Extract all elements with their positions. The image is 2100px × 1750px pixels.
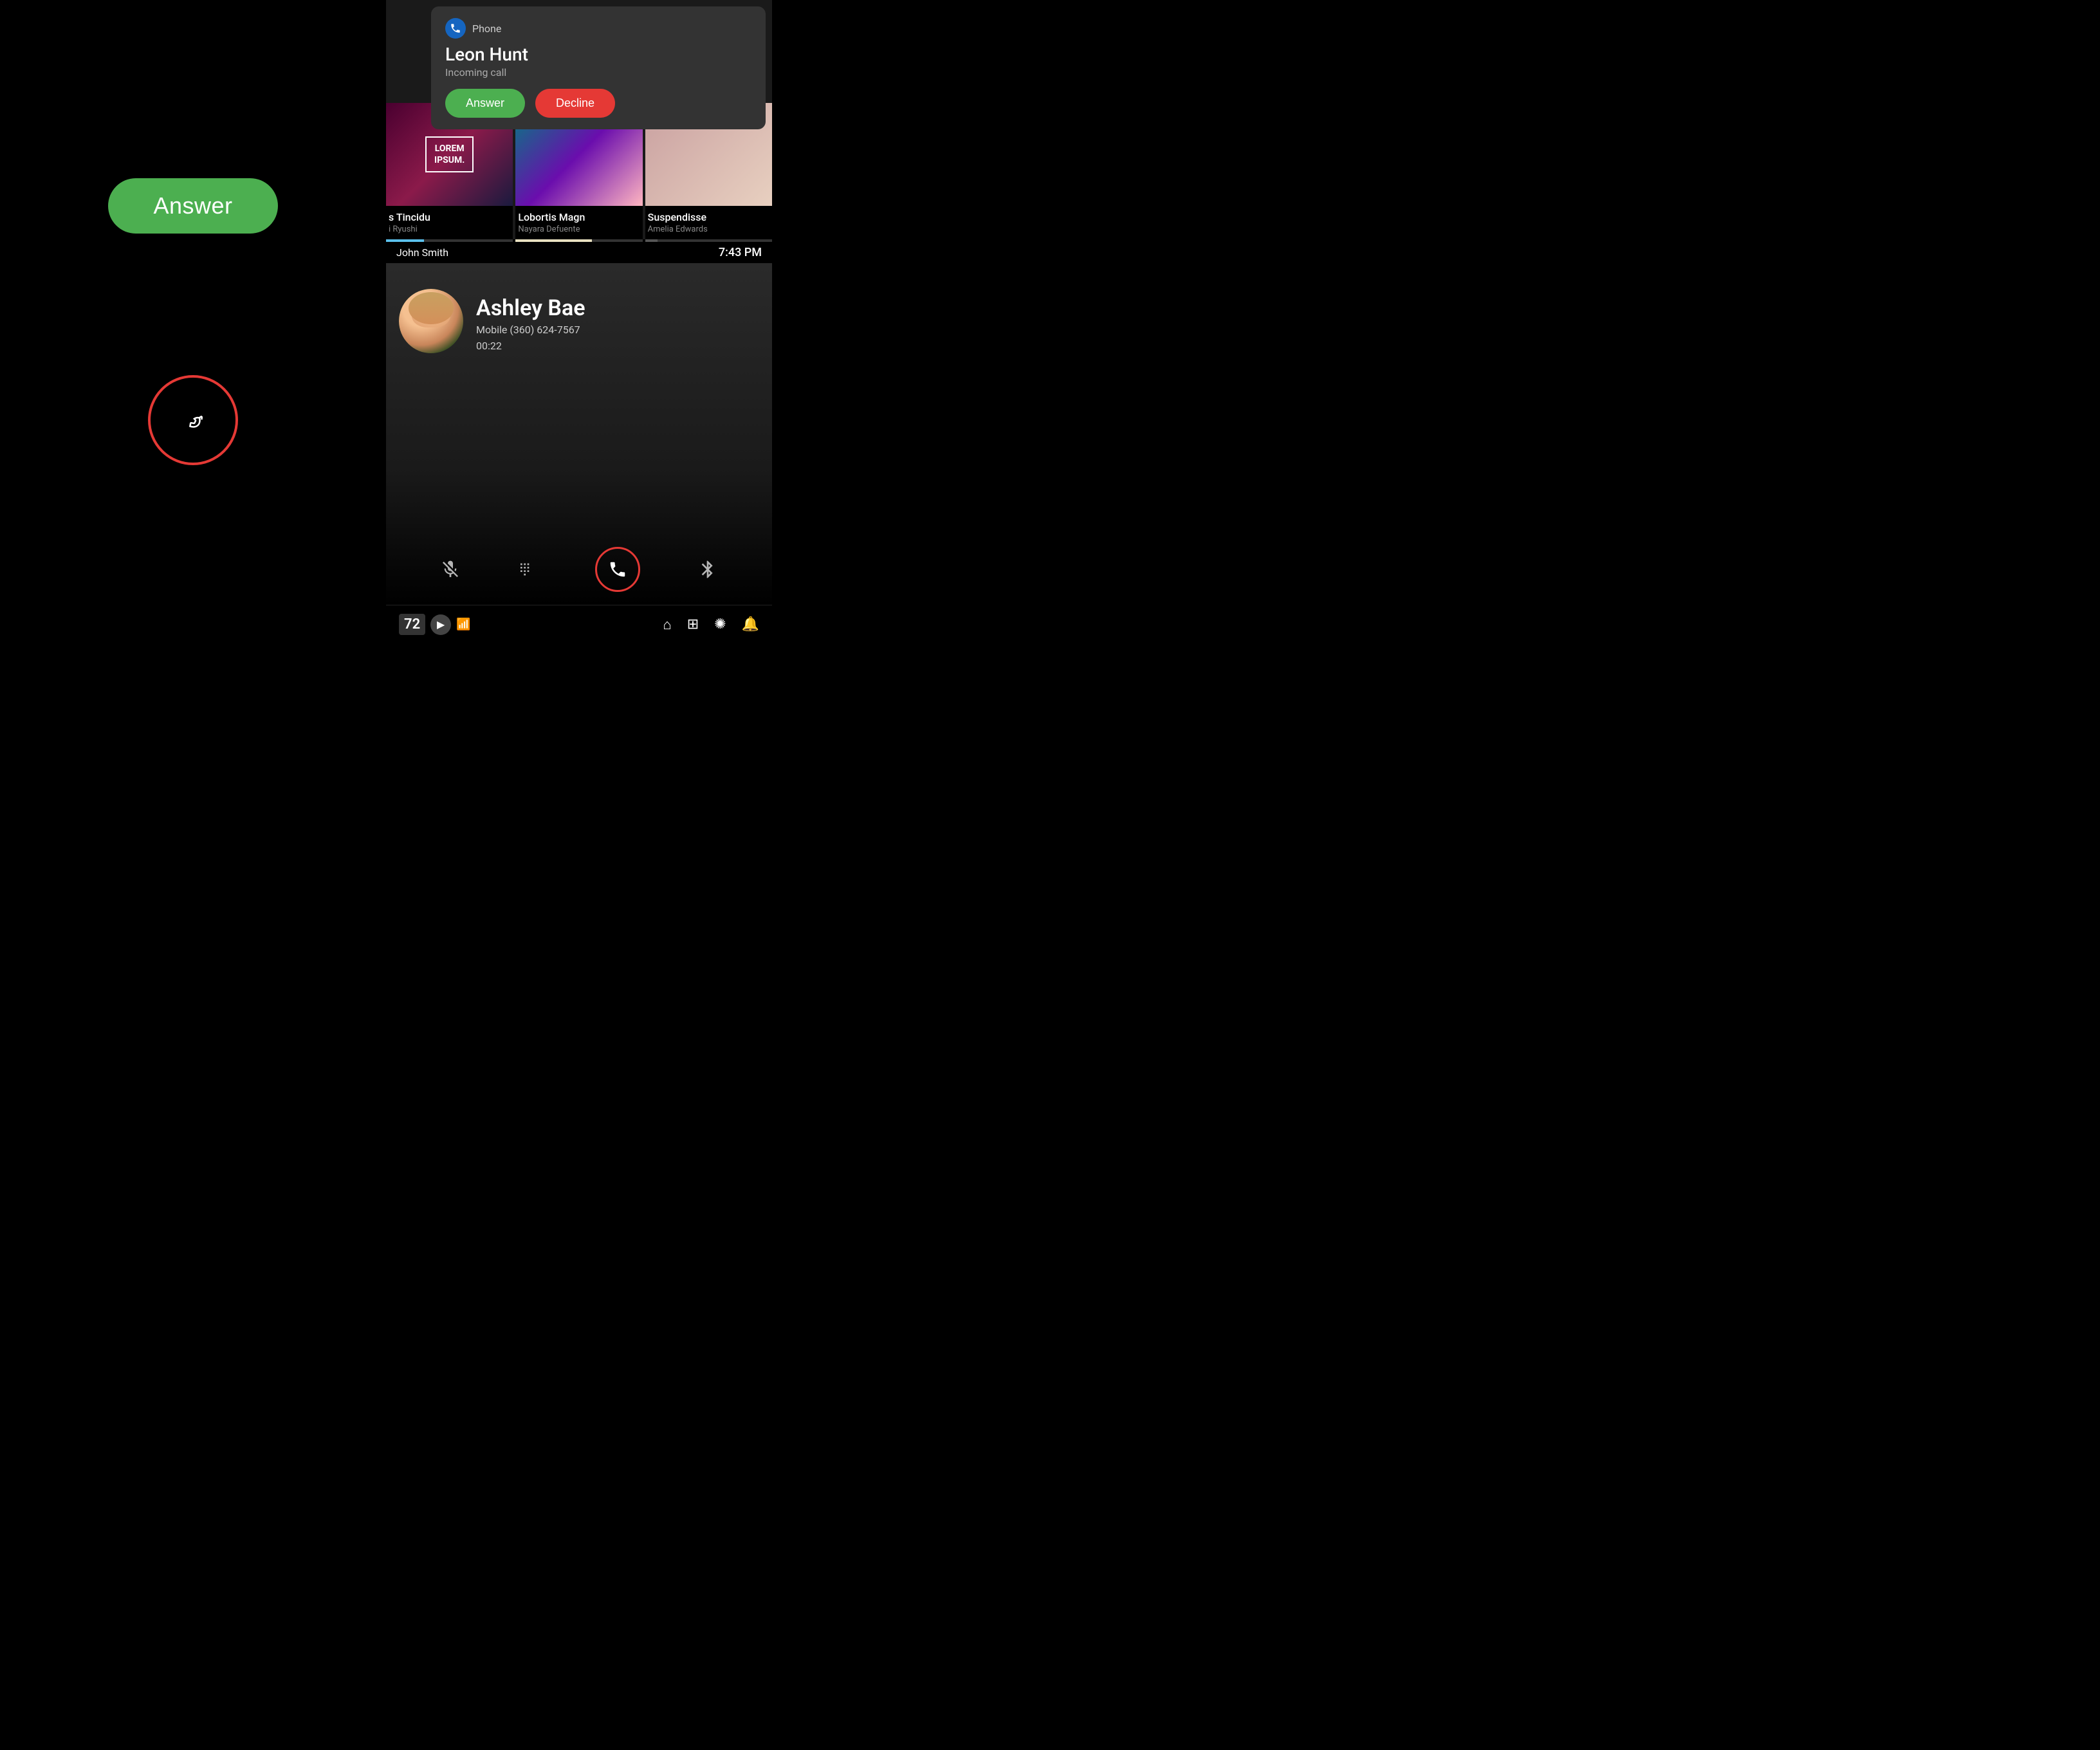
notification-decline-button[interactable]: Decline <box>535 89 615 118</box>
system-bar-right: ⌂ ⊞ ✺ 🔔 <box>663 616 759 633</box>
caller-number: Mobile (360) 624-7567 <box>476 324 585 336</box>
notification-app-name: Phone <box>472 23 501 35</box>
card-subtitle-1: i Ryushi <box>389 225 510 234</box>
temperature-badge: 72 <box>399 614 425 635</box>
caller-name: Ashley Bae <box>476 295 585 321</box>
now-playing-time: 7:43 PM <box>719 246 762 259</box>
grid-icon[interactable]: ⊞ <box>687 616 699 632</box>
card-info-3: Suspendisse Amelia Edwards <box>645 206 772 239</box>
card-title-1: s Tincidu <box>389 211 510 223</box>
card-title-2: Lobortis Magn <box>518 211 640 223</box>
right-panel: Phone Leon Hunt Incoming call Answer Dec… <box>386 0 772 643</box>
system-bar-left: 72 ▶ 📶 <box>399 614 471 635</box>
call-controls <box>399 534 759 605</box>
end-call-button-small[interactable] <box>595 547 640 592</box>
fan-icon[interactable]: ✺ <box>714 616 726 632</box>
keypad-button[interactable] <box>518 559 539 580</box>
active-call-area: Ashley Bae Mobile (360) 624-7567 00:22 <box>386 263 772 605</box>
home-icon[interactable]: ⌂ <box>663 616 671 633</box>
notification-status: Incoming call <box>445 66 751 78</box>
notification-actions: Answer Decline <box>445 89 751 118</box>
card-info-2: Lobortis Magn Nayara Defuente <box>515 206 642 239</box>
left-panel: Answer .end-call-circle svg { display:no… <box>0 0 386 643</box>
notification-answer-button[interactable]: Answer <box>445 89 525 118</box>
bluetooth-button[interactable] <box>697 559 718 580</box>
notification-caller-name: Leon Hunt <box>445 44 751 65</box>
now-playing-header: John Smith 7:43 PM <box>386 242 772 263</box>
caller-info: Ashley Bae Mobile (360) 624-7567 00:22 <box>399 289 759 353</box>
system-bar: 72 ▶ 📶 ⌂ ⊞ ✺ 🔔 <box>386 605 772 643</box>
lorem-ipsum-text: LOREMIPSUM. <box>425 136 474 172</box>
notification-header: Phone <box>445 18 751 39</box>
signal-icon: 📶 <box>456 618 470 631</box>
mute-button[interactable] <box>440 559 461 580</box>
call-duration: 00:22 <box>476 340 585 352</box>
now-playing-artist: John Smith <box>396 246 448 259</box>
arrow-button[interactable]: ▶ <box>430 614 451 635</box>
caller-avatar <box>399 289 463 353</box>
phone-app-icon <box>445 18 466 39</box>
card-subtitle-2: Nayara Defuente <box>518 225 640 234</box>
answer-button-large[interactable]: Answer <box>108 178 277 234</box>
card-subtitle-3: Amelia Edwards <box>648 225 769 234</box>
end-call-circle-button[interactable] <box>148 375 238 465</box>
caller-details: Ashley Bae Mobile (360) 624-7567 00:22 <box>476 289 585 352</box>
bell-icon[interactable]: 🔔 <box>742 616 759 632</box>
end-call-icon <box>171 398 215 442</box>
card-info-1: s Tincidu i Ryushi <box>386 206 513 239</box>
card-title-3: Suspendisse <box>648 211 769 223</box>
notification-popup: Phone Leon Hunt Incoming call Answer Dec… <box>431 6 766 129</box>
